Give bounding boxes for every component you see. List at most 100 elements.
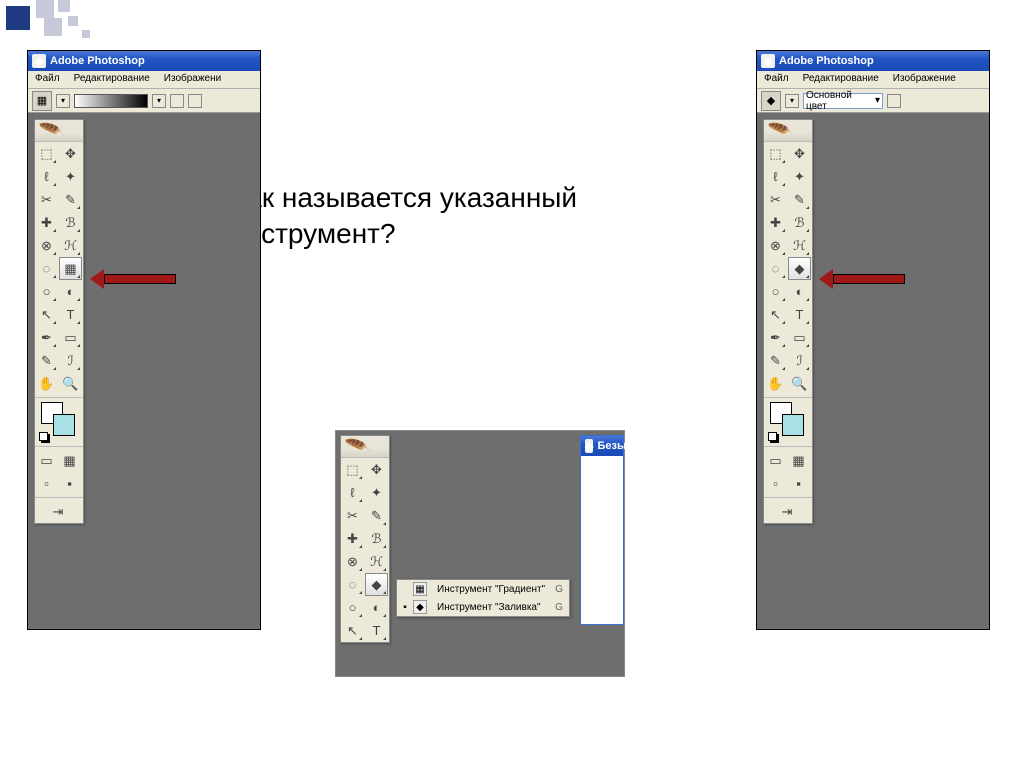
mode-standard[interactable]: ▭: [35, 449, 58, 472]
tool-hand[interactable]: ✋: [35, 372, 58, 395]
fill-area-select[interactable]: Основной цвет▾: [803, 93, 883, 109]
tool-marquee[interactable]: ⬚: [35, 142, 58, 165]
screen-standard[interactable]: ▫: [764, 472, 787, 495]
tool-eyedrop[interactable]: ℐ: [59, 349, 82, 372]
tool-type[interactable]: T: [365, 619, 388, 642]
tool-history[interactable]: ℋ: [788, 234, 811, 257]
tool-notes[interactable]: ✎: [35, 349, 58, 372]
tool-brush[interactable]: ℬ: [788, 211, 811, 234]
tool-wand[interactable]: ✦: [788, 165, 811, 188]
gradient-preview[interactable]: [74, 94, 148, 108]
gradient-type-radial[interactable]: [188, 94, 202, 108]
screen-full[interactable]: ▪: [58, 472, 81, 495]
document-titlebar: ◆ Безы: [581, 436, 623, 456]
opt-extra[interactable]: [887, 94, 901, 108]
mode-quickmask[interactable]: ▦: [787, 449, 810, 472]
tool-zoom[interactable]: 🔍: [59, 372, 82, 395]
tool-crop[interactable]: ✂: [35, 188, 58, 211]
tool-path[interactable]: ↖: [341, 619, 364, 642]
tool-notes[interactable]: ✎: [764, 349, 787, 372]
jump-to-imageready[interactable]: ⇥: [35, 500, 81, 523]
tool-dodge[interactable]: ◐: [365, 596, 388, 619]
color-swatches[interactable]: [35, 400, 83, 444]
gradient-dropdown[interactable]: ▾: [152, 94, 166, 108]
screen-standard[interactable]: ▫: [35, 472, 58, 495]
tool-type[interactable]: T: [59, 303, 82, 326]
tool-eraser[interactable]: ◌: [341, 573, 364, 596]
menu-edit[interactable]: Редактирование: [67, 71, 157, 88]
screen-full[interactable]: ▪: [787, 472, 810, 495]
tool-preset-dropdown[interactable]: ▾: [56, 94, 70, 108]
tool-lasso[interactable]: ℓ: [764, 165, 787, 188]
tool-preset-icon[interactable]: ◆: [761, 91, 781, 111]
tool-shape[interactable]: ▭: [59, 326, 82, 349]
tool-dodge[interactable]: ◐: [59, 280, 82, 303]
tool-slice[interactable]: ✎: [365, 504, 388, 527]
tool-preset-icon[interactable]: ▦: [32, 91, 52, 111]
tool-move[interactable]: ✥: [59, 142, 82, 165]
tool-flyout: ▦ Инструмент "Градиент" G ▪ ◆ Инструмент…: [396, 579, 570, 617]
tool-marquee[interactable]: ⬚: [341, 458, 364, 481]
menu-file[interactable]: Файл: [757, 71, 796, 88]
tool-stamp[interactable]: ⊗: [341, 550, 364, 573]
document-window: ◆ Безы: [580, 435, 624, 625]
tool-bucket[interactable]: ◆: [365, 573, 388, 596]
tool-hand[interactable]: ✋: [764, 372, 787, 395]
tool-wand[interactable]: ✦: [365, 481, 388, 504]
tool-path[interactable]: ↖: [35, 303, 58, 326]
tool-history[interactable]: ℋ: [59, 234, 82, 257]
menu-image[interactable]: Изображени: [157, 71, 228, 88]
photoshop-window-center: 🪶 ⬚ ✥ ℓ ✦ ✂ ✎ ✚ ℬ ⊗ ℋ ◌ ◆ ○ ◐ ↖ T: [335, 430, 625, 677]
tool-gradient[interactable]: ▦: [59, 257, 82, 280]
background-swatch[interactable]: [782, 414, 804, 436]
tool-history[interactable]: ℋ: [365, 550, 388, 573]
tool-pen[interactable]: ✒: [35, 326, 58, 349]
tool-slice[interactable]: ✎: [59, 188, 82, 211]
flyout-item-bucket[interactable]: ▪ ◆ Инструмент "Заливка" G: [397, 598, 569, 616]
tool-path[interactable]: ↖: [764, 303, 787, 326]
default-colors-icon[interactable]: [39, 432, 49, 442]
tool-eyedrop[interactable]: ℐ: [788, 349, 811, 372]
tool-preset-dropdown[interactable]: ▾: [785, 94, 799, 108]
tool-slice[interactable]: ✎: [788, 188, 811, 211]
tool-blur[interactable]: ○: [35, 280, 58, 303]
tool-pen[interactable]: ✒: [764, 326, 787, 349]
options-bar: ◆ ▾ Основной цвет▾: [757, 89, 989, 113]
tool-dodge[interactable]: ◐: [788, 280, 811, 303]
menu-edit[interactable]: Редактирование: [796, 71, 886, 88]
tool-healing[interactable]: ✚: [764, 211, 787, 234]
tool-marquee[interactable]: ⬚: [764, 142, 787, 165]
tool-crop[interactable]: ✂: [764, 188, 787, 211]
tool-brush[interactable]: ℬ: [59, 211, 82, 234]
flyout-item-gradient[interactable]: ▦ Инструмент "Градиент" G: [397, 580, 569, 598]
titlebar: ◆ Adobe Photoshop: [28, 51, 260, 71]
tool-bucket[interactable]: ◆: [788, 257, 811, 280]
tool-move[interactable]: ✥: [365, 458, 388, 481]
tool-brush[interactable]: ℬ: [365, 527, 388, 550]
menu-image[interactable]: Изображение: [886, 71, 963, 88]
tool-move[interactable]: ✥: [788, 142, 811, 165]
jump-to-imageready[interactable]: ⇥: [764, 500, 810, 523]
default-colors-icon[interactable]: [768, 432, 778, 442]
tool-shape[interactable]: ▭: [788, 326, 811, 349]
tool-crop[interactable]: ✂: [341, 504, 364, 527]
mode-quickmask[interactable]: ▦: [58, 449, 81, 472]
background-swatch[interactable]: [53, 414, 75, 436]
tool-healing[interactable]: ✚: [341, 527, 364, 550]
gradient-type-linear[interactable]: [170, 94, 184, 108]
tool-eraser[interactable]: ◌: [35, 257, 58, 280]
tool-blur[interactable]: ○: [764, 280, 787, 303]
mode-standard[interactable]: ▭: [764, 449, 787, 472]
tool-zoom[interactable]: 🔍: [788, 372, 811, 395]
tool-blur[interactable]: ○: [341, 596, 364, 619]
tool-wand[interactable]: ✦: [59, 165, 82, 188]
tool-healing[interactable]: ✚: [35, 211, 58, 234]
menu-file[interactable]: Файл: [28, 71, 67, 88]
tool-eraser[interactable]: ◌: [764, 257, 787, 280]
color-swatches[interactable]: [764, 400, 812, 444]
tool-stamp[interactable]: ⊗: [35, 234, 58, 257]
tool-type[interactable]: T: [788, 303, 811, 326]
tool-lasso[interactable]: ℓ: [35, 165, 58, 188]
tool-stamp[interactable]: ⊗: [764, 234, 787, 257]
tool-lasso[interactable]: ℓ: [341, 481, 364, 504]
